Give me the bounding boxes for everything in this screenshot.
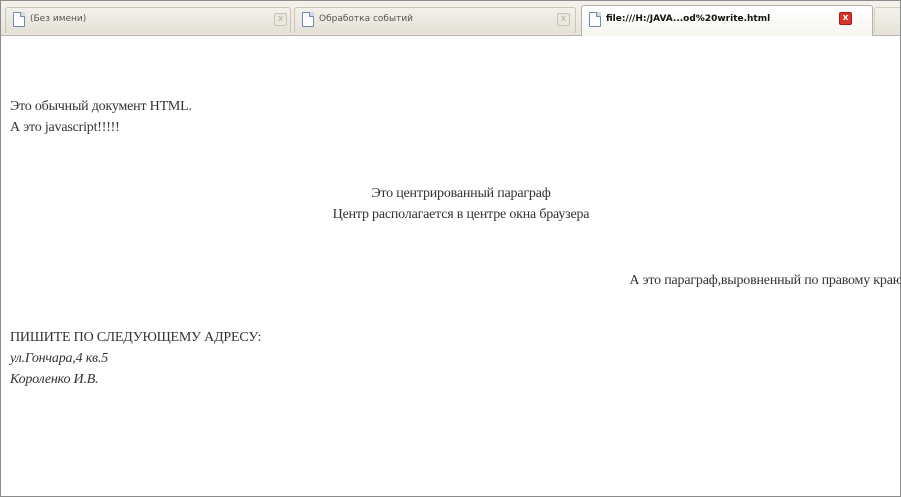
tab-bar: (Без имени) x Обработка событий x file:/… bbox=[1, 1, 900, 36]
page-icon bbox=[302, 12, 314, 27]
tab-event-handling[interactable]: Обработка событий x bbox=[294, 7, 576, 33]
paragraph-javascript: А это javascript!!!!! bbox=[10, 120, 120, 135]
paragraph-right-aligned: А это параграф,выровненный по правому кр… bbox=[629, 273, 901, 288]
tab-untitled[interactable]: (Без имени) x bbox=[5, 7, 291, 33]
tab-title: (Без имени) bbox=[30, 14, 87, 24]
paragraph-centered: Это центрированный параграф bbox=[371, 186, 551, 201]
page-content: Это обычный документ HTML. А это javascr… bbox=[1, 36, 901, 496]
address-name: Короленко И.В. bbox=[10, 372, 99, 387]
page-icon bbox=[589, 12, 601, 27]
address-street: ул.Гончара,4 кв.5 bbox=[10, 351, 109, 366]
page-icon bbox=[13, 12, 25, 27]
paragraph-centered-2: Центр располагается в центре окна браузе… bbox=[332, 207, 590, 222]
tab-document-write[interactable]: file:///H:/JAVA...od%20write.html x bbox=[581, 5, 873, 36]
close-icon[interactable]: x bbox=[274, 13, 287, 26]
tab-title: Обработка событий bbox=[319, 14, 414, 24]
close-icon[interactable]: x bbox=[557, 13, 570, 26]
paragraph-html: Это обычный документ HTML. bbox=[10, 99, 192, 114]
address-heading: ПИШИТЕ ПО СЛЕДУЮЩЕМУ АДРЕСУ: bbox=[10, 330, 262, 345]
tab-overflow[interactable] bbox=[874, 7, 900, 33]
close-icon[interactable]: x bbox=[839, 12, 852, 25]
tab-title: file:///H:/JAVA...od%20write.html bbox=[606, 14, 771, 24]
